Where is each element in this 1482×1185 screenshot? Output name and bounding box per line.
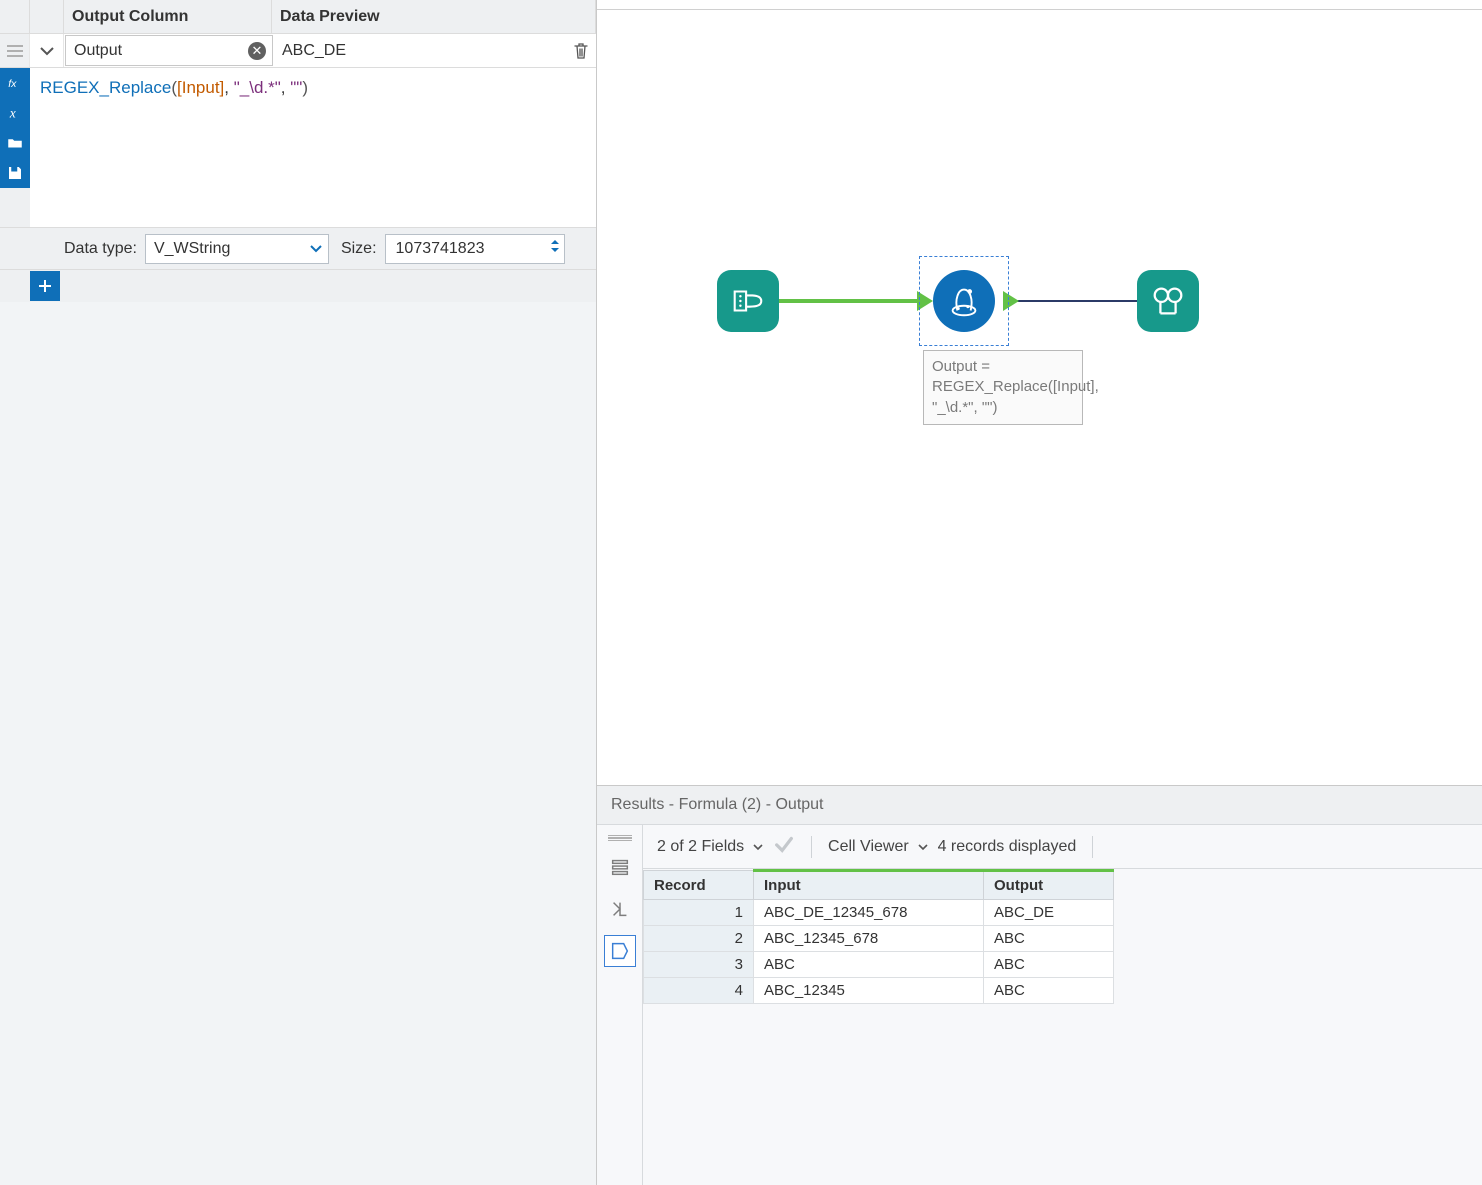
expr-field: [Input]: [177, 78, 224, 97]
table-row: 1 ABC_DE_12345_678 ABC_DE: [644, 900, 1114, 926]
size-input[interactable]: 1073741823: [385, 234, 565, 264]
fields-dropdown[interactable]: 2 of 2 Fields: [657, 838, 763, 856]
row-grip-icon[interactable]: [0, 34, 30, 67]
chevron-down-icon: [310, 245, 322, 253]
results-rail: [597, 825, 643, 1185]
add-expression-button[interactable]: [30, 271, 60, 301]
header-output-column: Output Column: [64, 0, 272, 33]
formula-tool[interactable]: [933, 270, 995, 332]
col-input[interactable]: Input: [754, 871, 984, 900]
results-panel: Results - Formula (2) - Output: [597, 785, 1482, 1185]
data-type-label: Data type:: [64, 240, 137, 258]
rail-grip-icon[interactable]: [608, 835, 632, 841]
results-grid[interactable]: Record Input Output 1 ABC_DE_12345_678 A…: [643, 869, 1114, 1004]
expression-block: fx x REGEX_Replace([Input], "_\d.*", ""): [0, 68, 596, 228]
messages-view-button[interactable]: [604, 851, 636, 883]
table-row: 2 ABC_12345_678 ABC: [644, 926, 1114, 952]
svg-text:x: x: [9, 106, 16, 121]
results-toolbar: 2 of 2 Fields Cell Viewer 4 records disp…: [643, 825, 1482, 869]
size-label: Size:: [341, 240, 377, 258]
clear-output-column-icon[interactable]: ✕: [248, 42, 266, 60]
browse-tool[interactable]: [1137, 270, 1199, 332]
metadata-view-button[interactable]: [604, 893, 636, 925]
open-folder-button[interactable]: [0, 128, 30, 158]
delete-expression-button[interactable]: [566, 34, 596, 67]
data-type-select[interactable]: V_WString: [145, 234, 329, 264]
spinner-arrows-icon[interactable]: [550, 238, 560, 254]
size-value: 1073741823: [396, 240, 485, 258]
output-column-value: Output: [66, 42, 130, 60]
svg-text:fx: fx: [8, 78, 17, 90]
expression-toolbar: fx x: [0, 68, 30, 227]
expression-row: Output ✕ ABC_DE: [0, 34, 596, 68]
data-preview-value: ABC_DE: [274, 34, 566, 67]
output-column-input[interactable]: Output ✕: [65, 35, 273, 66]
table-row: 3 ABC ABC: [644, 952, 1114, 978]
records-displayed-text: 4 records displayed: [938, 838, 1077, 856]
table-row: 4 ABC_12345 ABC: [644, 978, 1114, 1004]
header-data-preview: Data Preview: [272, 0, 596, 33]
expression-editor[interactable]: REGEX_Replace([Input], "_\d.*", ""): [30, 68, 596, 227]
config-header: Output Column Data Preview: [0, 0, 596, 34]
formula-config-panel: Output Column Data Preview Output ✕ ABC_…: [0, 0, 596, 1185]
cell-viewer-dropdown[interactable]: Cell Viewer: [828, 838, 928, 856]
collapse-toggle[interactable]: [30, 34, 64, 67]
expr-arg1: "_\d.*": [234, 78, 281, 97]
data-type-row: Data type: V_WString Size: 1073741823: [0, 228, 596, 270]
expr-arg2: "": [290, 78, 302, 97]
col-output[interactable]: Output: [984, 871, 1114, 900]
save-expression-button[interactable]: [0, 158, 30, 188]
workflow-canvas[interactable]: Output = REGEX_Replace([Input], "_\d.*",…: [597, 0, 1482, 785]
col-record[interactable]: Record: [644, 871, 754, 900]
fx-functions-button[interactable]: fx: [0, 68, 30, 98]
apply-check-icon[interactable]: [773, 833, 795, 860]
data-type-value: V_WString: [154, 240, 230, 258]
x-variables-button[interactable]: x: [0, 98, 30, 128]
expr-func: REGEX_Replace: [40, 78, 171, 97]
data-view-button[interactable]: [604, 935, 636, 967]
text-input-tool[interactable]: [717, 270, 779, 332]
tool-annotation: Output = REGEX_Replace([Input], "_\d.*",…: [923, 350, 1083, 425]
results-title: Results - Formula (2) - Output: [597, 786, 1482, 825]
